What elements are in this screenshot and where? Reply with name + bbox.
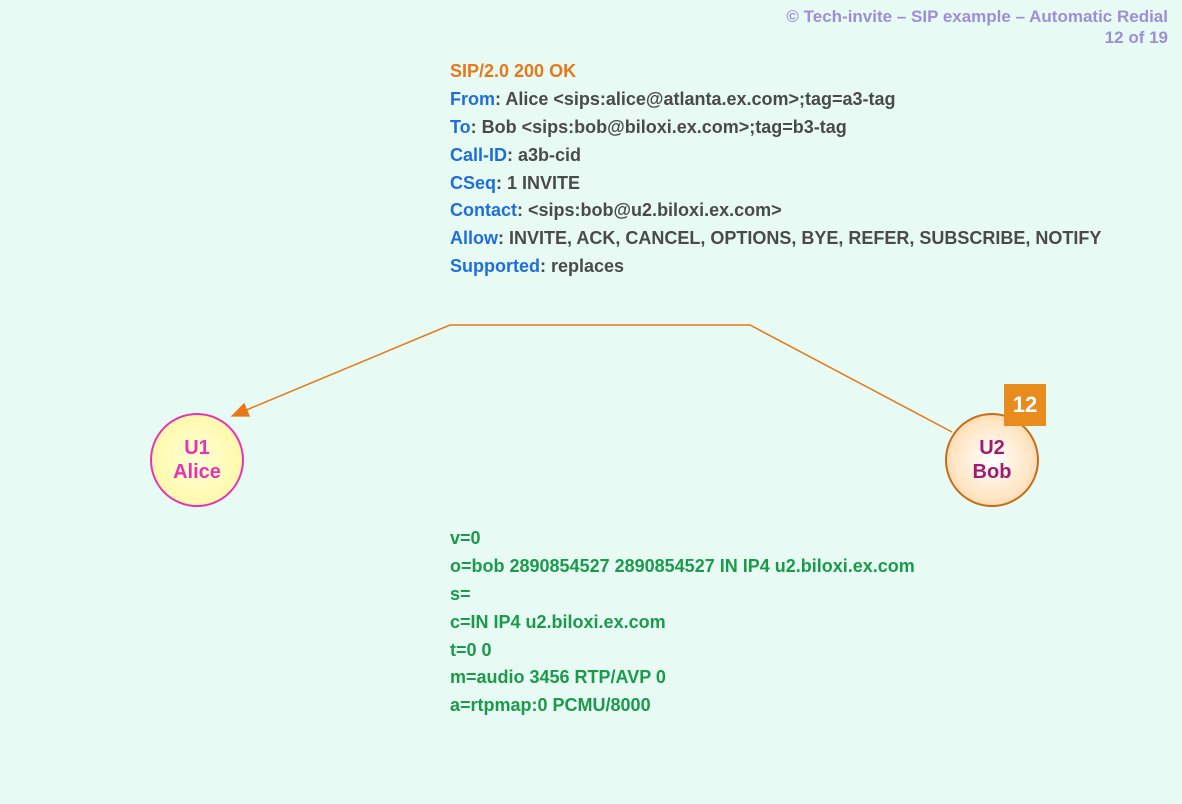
- node-u1-name: Alice: [173, 460, 221, 484]
- sdp-a: a=rtpmap:0 PCMU/8000: [450, 692, 915, 720]
- allow-value: : INVITE, ACK, CANCEL, OPTIONS, BYE, REF…: [498, 228, 1101, 248]
- contact-value: : <sips:bob@u2.biloxi.ex.com>: [517, 200, 782, 220]
- page-counter: 12 of 19: [786, 27, 1168, 48]
- from-key: From: [450, 89, 495, 109]
- node-u2-name: Bob: [973, 460, 1012, 484]
- sip-header-from: From: Alice <sips:alice@atlanta.ex.com>;…: [450, 86, 1101, 114]
- sdp-v: v=0: [450, 525, 915, 553]
- copyright-block: © Tech-invite – SIP example – Automatic …: [786, 6, 1168, 49]
- allow-key: Allow: [450, 228, 498, 248]
- sdp-o: o=bob 2890854527 2890854527 IN IP4 u2.bi…: [450, 553, 915, 581]
- sip-header-contact: Contact: <sips:bob@u2.biloxi.ex.com>: [450, 197, 1101, 225]
- sdp-c: c=IN IP4 u2.biloxi.ex.com: [450, 609, 915, 637]
- sip-status-line: SIP/2.0 200 OK: [450, 58, 1101, 86]
- step-number-badge: 12: [1004, 384, 1046, 426]
- node-u1-id: U1: [184, 436, 210, 460]
- supported-key: Supported: [450, 256, 540, 276]
- node-u2-bob: U2 Bob: [945, 413, 1039, 507]
- sdp-t: t=0 0: [450, 637, 915, 665]
- sip-header-supported: Supported: replaces: [450, 253, 1101, 281]
- sdp-body-block: v=0 o=bob 2890854527 2890854527 IN IP4 u…: [450, 525, 915, 720]
- contact-key: Contact: [450, 200, 517, 220]
- supported-value: : replaces: [540, 256, 624, 276]
- to-key: To: [450, 117, 471, 137]
- callid-value: : a3b-cid: [507, 145, 581, 165]
- node-u2-id: U2: [979, 436, 1005, 460]
- step-number: 12: [1013, 392, 1037, 418]
- sip-message-block: SIP/2.0 200 OK From: Alice <sips:alice@a…: [450, 58, 1101, 281]
- to-value: : Bob <sips:bob@biloxi.ex.com>;tag=b3-ta…: [471, 117, 847, 137]
- from-value: : Alice <sips:alice@atlanta.ex.com>;tag=…: [495, 89, 896, 109]
- sip-header-callid: Call-ID: a3b-cid: [450, 142, 1101, 170]
- cseq-value: : 1 INVITE: [496, 173, 580, 193]
- sdp-m: m=audio 3456 RTP/AVP 0: [450, 664, 915, 692]
- sip-header-to: To: Bob <sips:bob@biloxi.ex.com>;tag=b3-…: [450, 114, 1101, 142]
- node-u1-alice: U1 Alice: [150, 413, 244, 507]
- cseq-key: CSeq: [450, 173, 496, 193]
- copyright-text: © Tech-invite – SIP example – Automatic …: [786, 6, 1168, 27]
- sip-header-cseq: CSeq: 1 INVITE: [450, 170, 1101, 198]
- callid-key: Call-ID: [450, 145, 507, 165]
- sip-header-allow: Allow: INVITE, ACK, CANCEL, OPTIONS, BYE…: [450, 225, 1101, 253]
- sdp-s: s=: [450, 581, 915, 609]
